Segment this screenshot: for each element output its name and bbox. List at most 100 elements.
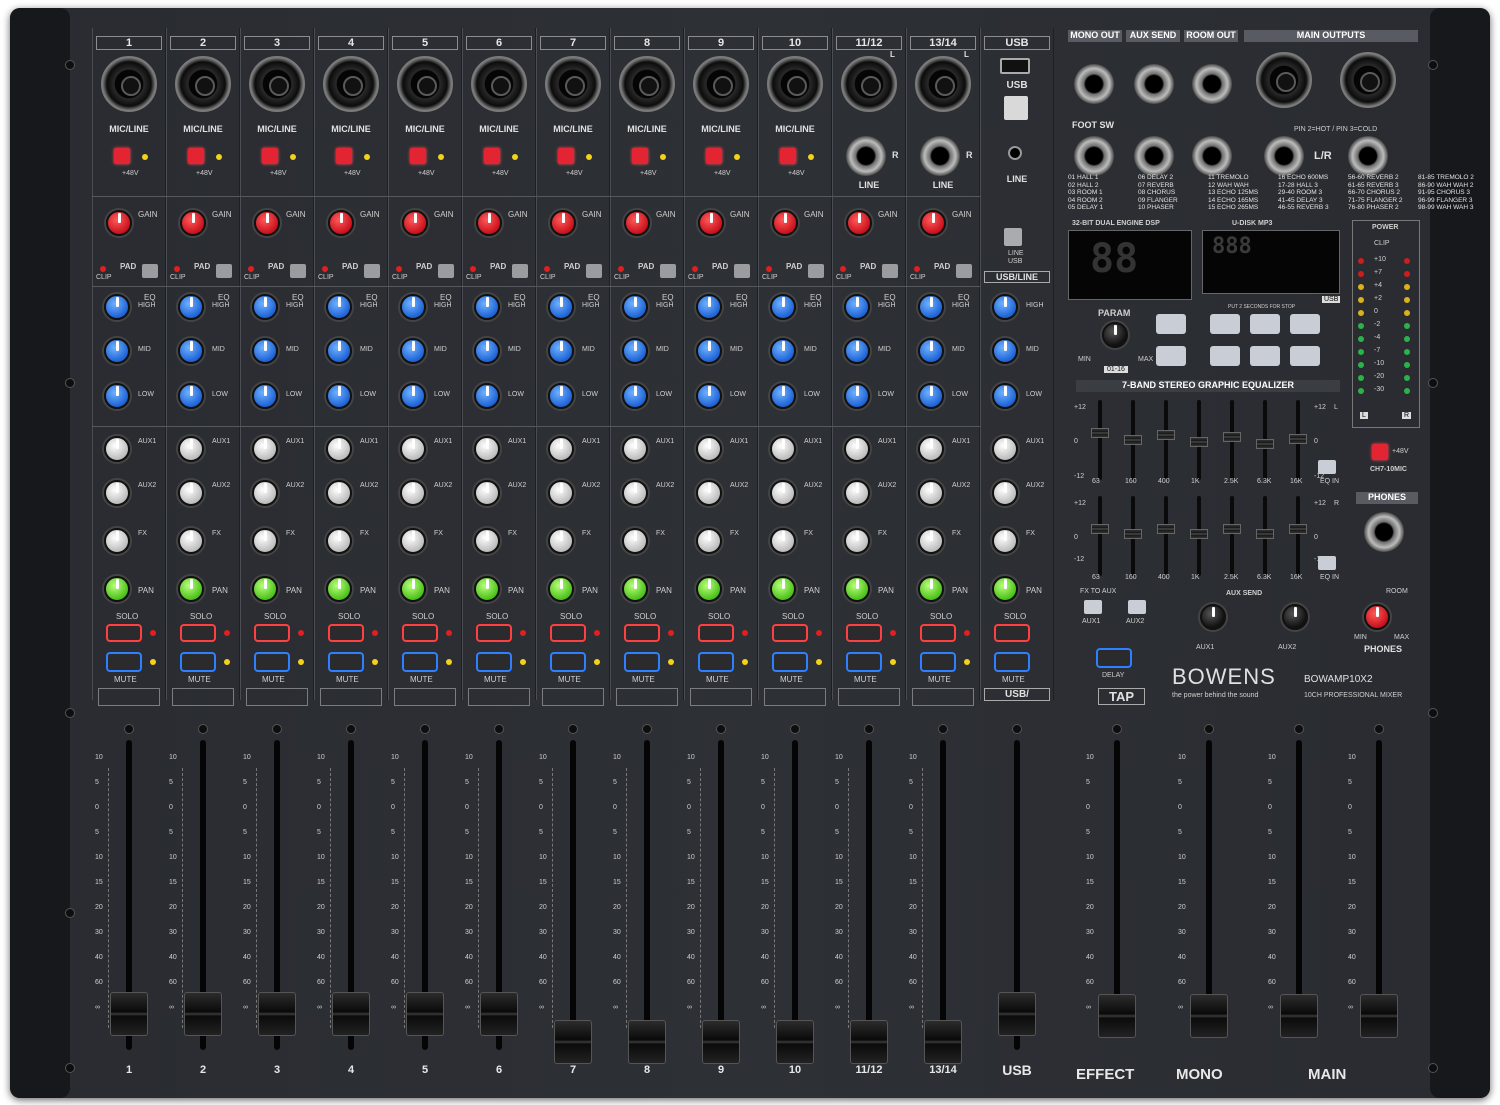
room-out-r-jack[interactable] (1192, 136, 1232, 176)
phantom-power-button[interactable] (336, 148, 352, 164)
combo-input-jack[interactable] (841, 56, 897, 112)
aux2-knob[interactable] (548, 480, 574, 506)
main-r-fader-knob[interactable] (1360, 994, 1398, 1038)
aux1-knob[interactable] (104, 436, 130, 462)
main-out-l-xlr[interactable] (1256, 52, 1312, 108)
aux2-knob[interactable] (474, 480, 500, 506)
fx-to-aux1-button[interactable] (1084, 600, 1102, 614)
eq-in-l-button[interactable] (1318, 460, 1336, 474)
eq-low-knob[interactable] (252, 383, 278, 409)
mute-button[interactable] (180, 652, 216, 672)
mute-button[interactable] (698, 652, 734, 672)
mute-button[interactable] (772, 652, 808, 672)
phantom-power-button[interactable] (558, 148, 574, 164)
aux2-knob[interactable] (696, 480, 722, 506)
aux2-knob[interactable] (844, 480, 870, 506)
fx-knob[interactable] (622, 528, 648, 554)
mute-button[interactable] (920, 652, 956, 672)
mp3-next-button[interactable] (1290, 314, 1320, 334)
aux-send-1-jack[interactable] (1134, 64, 1174, 104)
eq-high-knob[interactable] (548, 294, 574, 320)
mp3-record-button[interactable] (1250, 346, 1280, 366)
gain-knob[interactable] (624, 210, 650, 236)
eq-r-slider[interactable] (1256, 529, 1274, 539)
preset-up-button[interactable] (1156, 314, 1186, 334)
fx-knob[interactable] (474, 528, 500, 554)
eq-mid-knob[interactable] (548, 338, 574, 364)
pad-switch[interactable] (512, 264, 528, 278)
aux1-knob[interactable] (178, 436, 204, 462)
gain-knob[interactable] (476, 210, 502, 236)
aux2-master-knob[interactable] (1282, 604, 1308, 630)
gain-knob[interactable] (920, 210, 946, 236)
effect-fader-knob[interactable] (1098, 994, 1136, 1038)
main-out-r-xlr[interactable] (1340, 52, 1396, 108)
mute-button[interactable] (846, 652, 882, 672)
phantom-power-button[interactable] (262, 148, 278, 164)
eq-l-slider[interactable] (1091, 428, 1109, 438)
solo-button[interactable] (402, 624, 438, 642)
eq-low-knob[interactable] (548, 383, 574, 409)
combo-input-jack[interactable] (471, 56, 527, 112)
pan-knob[interactable] (474, 576, 500, 602)
eq-high-knob[interactable] (474, 294, 500, 320)
main-l-fader-knob[interactable] (1280, 994, 1318, 1038)
aux1-knob[interactable] (844, 436, 870, 462)
pan-knob[interactable] (104, 576, 130, 602)
phantom-power-button[interactable] (484, 148, 500, 164)
eq-mid-knob[interactable] (178, 338, 204, 364)
bluetooth-button[interactable] (1004, 228, 1022, 246)
channel-fader-knob[interactable] (702, 1020, 740, 1064)
aux1-knob[interactable] (400, 436, 426, 462)
channel-fader-knob[interactable] (184, 992, 222, 1036)
pan-knob[interactable] (770, 576, 796, 602)
eq-r-slider[interactable] (1223, 524, 1241, 534)
mute-button[interactable] (476, 652, 512, 672)
pan-knob[interactable] (400, 576, 426, 602)
fx-knob[interactable] (400, 528, 426, 554)
fx-knob[interactable] (992, 528, 1018, 554)
eq-r-slider[interactable] (1124, 529, 1142, 539)
eq-mid-knob[interactable] (104, 338, 130, 364)
channel-fader-knob[interactable] (480, 992, 518, 1036)
eq-high-knob[interactable] (252, 294, 278, 320)
channel-fader-knob[interactable] (110, 992, 148, 1036)
combo-input-jack[interactable] (175, 56, 231, 112)
eq-r-slider[interactable] (1157, 524, 1175, 534)
pad-switch[interactable] (882, 264, 898, 278)
eq-l-slider[interactable] (1256, 439, 1274, 449)
eq-low-knob[interactable] (770, 383, 796, 409)
line-input-jack-right[interactable] (846, 136, 886, 176)
eq-mid-knob[interactable] (252, 338, 278, 364)
pad-switch[interactable] (290, 264, 306, 278)
eq-mid-knob[interactable] (400, 338, 426, 364)
solo-button[interactable] (254, 624, 290, 642)
main-out-r-trs[interactable] (1348, 136, 1388, 176)
eq-high-knob[interactable] (918, 294, 944, 320)
solo-button[interactable] (994, 624, 1030, 642)
gain-knob[interactable] (106, 210, 132, 236)
solo-button[interactable] (180, 624, 216, 642)
combo-input-jack[interactable] (619, 56, 675, 112)
pad-switch[interactable] (808, 264, 824, 278)
aux2-knob[interactable] (326, 480, 352, 506)
eq-mid-knob[interactable] (326, 338, 352, 364)
eq-mid-knob[interactable] (844, 338, 870, 364)
main-out-l-trs[interactable] (1264, 136, 1304, 176)
phantom-power-button[interactable] (410, 148, 426, 164)
channel-fader-knob[interactable] (924, 1020, 962, 1064)
pan-knob[interactable] (844, 576, 870, 602)
channel-fader-knob[interactable] (332, 992, 370, 1036)
aux1-knob[interactable] (992, 436, 1018, 462)
pad-switch[interactable] (438, 264, 454, 278)
eq-low-knob[interactable] (400, 383, 426, 409)
combo-input-jack[interactable] (249, 56, 305, 112)
mp3-prev-button[interactable] (1210, 314, 1240, 334)
phantom-power-button[interactable] (706, 148, 722, 164)
ch7-10-phantom-button[interactable] (1372, 444, 1388, 460)
eq-l-slider[interactable] (1223, 432, 1241, 442)
fx-to-aux2-button[interactable] (1128, 600, 1146, 614)
aux1-knob[interactable] (770, 436, 796, 462)
eq-mid-knob[interactable] (992, 338, 1018, 364)
aux2-knob[interactable] (918, 480, 944, 506)
